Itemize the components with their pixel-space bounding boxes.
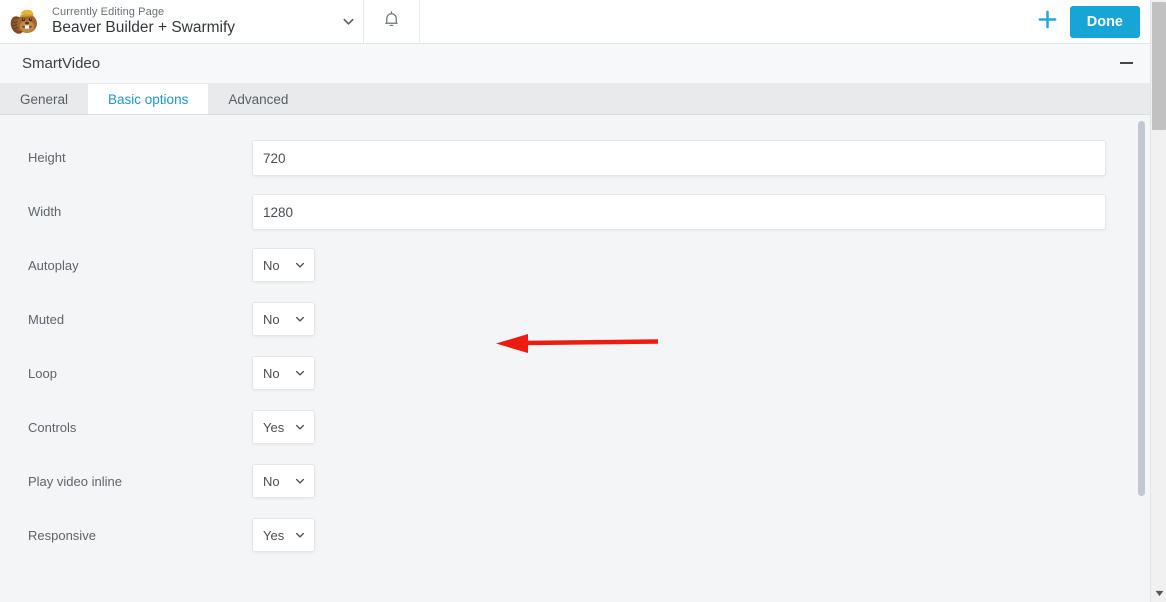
settings-tabs: General Basic options Advanced: [0, 84, 1150, 115]
chevron-down-icon: [294, 529, 306, 541]
notifications-button[interactable]: [364, 0, 420, 43]
field-label-responsive: Responsive: [28, 528, 96, 543]
form-row-width: Width: [0, 194, 1140, 248]
field-label-play-video-inline: Play video inline: [28, 474, 122, 489]
muted-select[interactable]: No: [252, 302, 315, 336]
panel-scrollbar[interactable]: [1138, 121, 1145, 596]
field-control-play-video-inline: No: [252, 464, 1140, 498]
field-label-height: Height: [28, 150, 66, 165]
panel-title: SmartVideo: [22, 55, 101, 72]
chevron-down-icon: [294, 421, 306, 433]
form-row-loop: Loop No: [0, 356, 1140, 410]
page-title: Beaver Builder + Swarmify: [52, 19, 236, 37]
tab-general[interactable]: General: [0, 84, 88, 114]
settings-form: Height Width Autoplay No: [0, 115, 1140, 572]
settings-form-scroll-area: Height Width Autoplay No: [0, 115, 1150, 602]
page-switcher-labels: Currently Editing Page Beaver Builder + …: [52, 6, 333, 37]
chevron-down-icon: [294, 259, 306, 271]
module-settings-panel: SmartVideo General Basic options Advance…: [0, 44, 1150, 602]
tab-basic-options[interactable]: Basic options: [88, 84, 209, 114]
editing-eyebrow: Currently Editing Page: [52, 5, 165, 18]
field-control-muted: No: [252, 302, 1140, 336]
form-row-play-video-inline: Play video inline No: [0, 464, 1140, 518]
controls-select-value: Yes: [263, 419, 285, 435]
autoplay-select[interactable]: No: [252, 248, 315, 282]
form-row-autoplay: Autoplay No: [0, 248, 1140, 302]
editor-top-bar: Currently Editing Page Beaver Builder + …: [0, 0, 1150, 44]
field-label-autoplay: Autoplay: [28, 258, 79, 273]
form-row-controls: Controls Yes: [0, 410, 1140, 464]
tab-advanced[interactable]: Advanced: [208, 84, 308, 114]
field-label-muted: Muted: [28, 312, 65, 327]
scroll-down-arrow-icon[interactable]: [1151, 585, 1166, 602]
loop-select-value: No: [263, 365, 280, 381]
minimize-dash: [1119, 62, 1133, 64]
beaver-logo-icon: [8, 5, 42, 39]
width-input[interactable]: [252, 194, 1106, 230]
field-control-autoplay: No: [252, 248, 1140, 282]
field-control-controls: Yes: [252, 410, 1140, 444]
loop-select[interactable]: No: [252, 356, 315, 390]
responsive-select-value: Yes: [263, 527, 285, 543]
page-switcher[interactable]: Currently Editing Page Beaver Builder + …: [0, 0, 364, 43]
muted-select-value: No: [263, 311, 280, 327]
field-label-loop: Loop: [28, 366, 57, 381]
field-label-controls: Controls: [28, 420, 77, 435]
browser-scrollbar-thumb[interactable]: [1152, 2, 1166, 130]
bell-icon: [382, 10, 401, 34]
chevron-down-icon: [294, 367, 306, 379]
app-root: Currently Editing Page Beaver Builder + …: [0, 0, 1166, 602]
form-row-height: Height: [0, 140, 1140, 194]
panel-header: SmartVideo: [0, 44, 1150, 84]
chevron-down-icon[interactable]: [333, 14, 363, 29]
minimize-icon[interactable]: [1118, 56, 1134, 70]
form-row-muted: Muted No: [0, 302, 1140, 356]
done-button[interactable]: Done: [1069, 5, 1140, 38]
field-control-loop: No: [252, 356, 1140, 390]
chevron-down-icon: [294, 313, 306, 325]
play-video-inline-select[interactable]: No: [252, 464, 315, 498]
field-control-width: [252, 194, 1150, 230]
responsive-select[interactable]: Yes: [252, 518, 315, 552]
field-control-height: [252, 140, 1150, 176]
panel-scrollbar-thumb[interactable]: [1138, 121, 1145, 496]
add-module-button[interactable]: [1026, 0, 1070, 43]
browser-scrollbar[interactable]: [1150, 0, 1166, 602]
field-label-width: Width: [28, 204, 62, 219]
plus-icon: [1036, 8, 1059, 36]
autoplay-select-value: No: [263, 257, 280, 273]
controls-select[interactable]: Yes: [252, 410, 315, 444]
height-input[interactable]: [252, 140, 1106, 176]
field-control-responsive: Yes: [252, 518, 1140, 552]
play-video-inline-select-value: No: [263, 473, 280, 489]
chevron-down-icon: [294, 475, 306, 487]
form-row-responsive: Responsive Yes: [0, 518, 1140, 572]
